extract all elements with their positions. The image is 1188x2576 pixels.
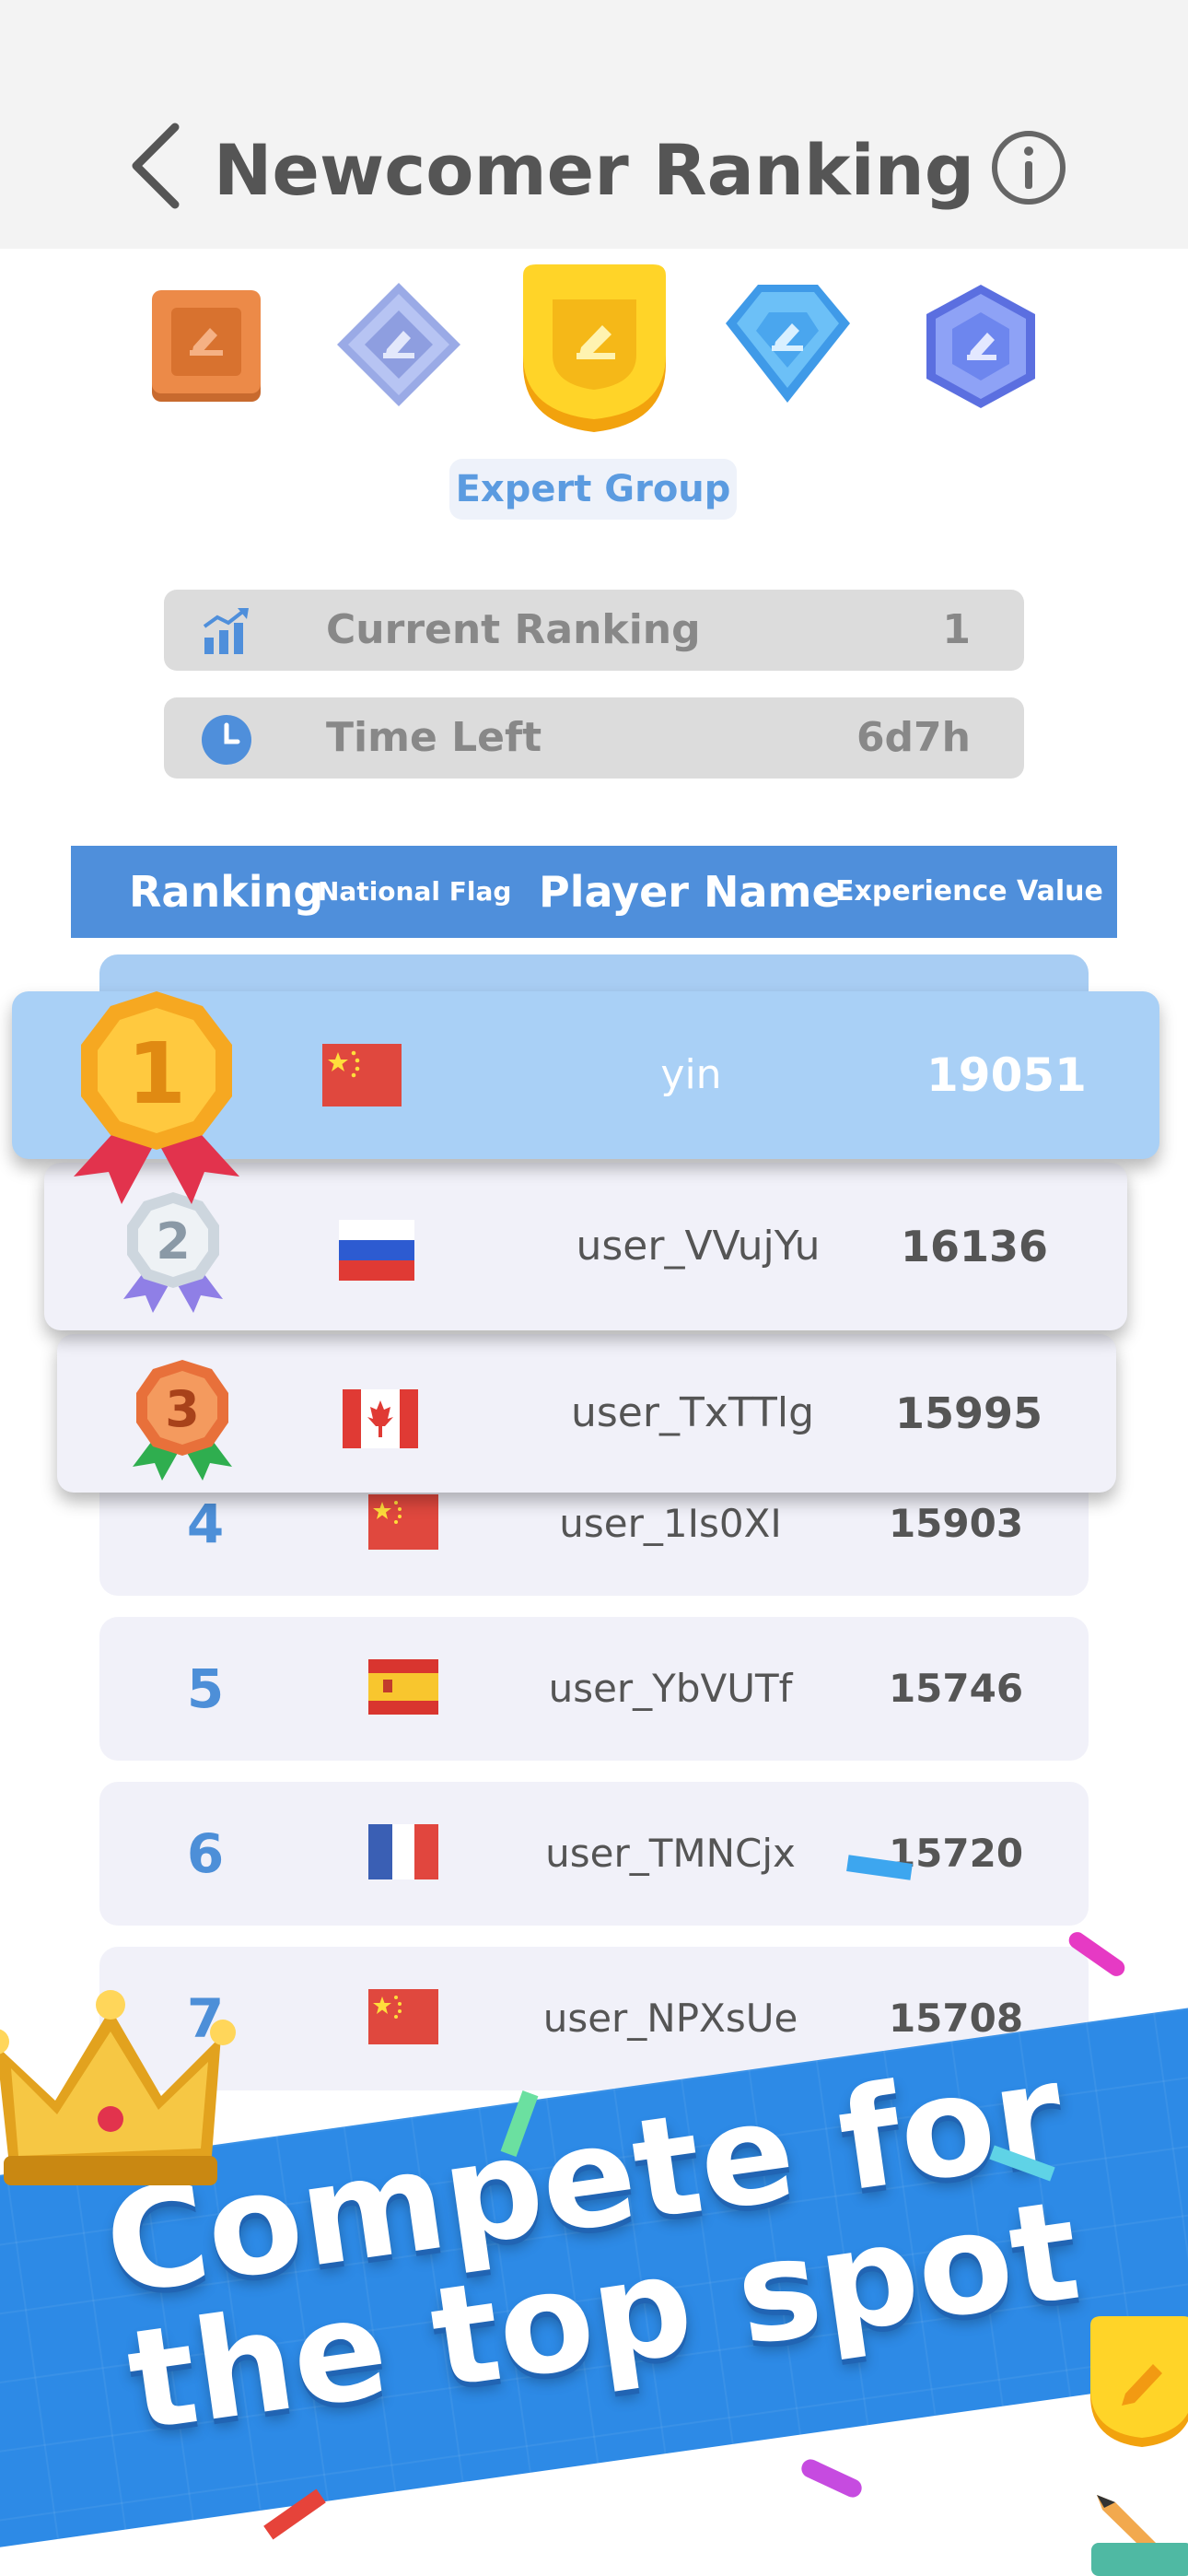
rank-number: 6 — [186, 1822, 225, 1885]
china-flag-icon — [368, 1494, 438, 1550]
time-left-label: Time Left — [326, 714, 542, 761]
current-ranking-value: 1 — [942, 606, 971, 653]
experience-value: 19051 — [926, 1048, 1087, 1102]
tier-bronze-badge[interactable] — [147, 286, 267, 405]
france-flag-icon — [368, 1824, 438, 1879]
player-name: user_YbVUTf — [548, 1666, 793, 1711]
russia-flag-icon — [339, 1220, 414, 1281]
info-icon — [992, 131, 1066, 205]
tier-silver-badge[interactable] — [333, 279, 464, 410]
confetti-piece — [798, 2456, 865, 2500]
group-label: Expert Group — [449, 459, 737, 520]
rank-number: 3 — [165, 1380, 200, 1438]
china-flag-icon — [368, 1989, 438, 2044]
clock-icon — [202, 715, 251, 765]
time-left-pill: Time Left 6d7h — [164, 697, 1024, 779]
experience-value: 16136 — [900, 1222, 1049, 1271]
tier-diamond-badge[interactable] — [721, 279, 855, 408]
pencil-icon — [1091, 2495, 1188, 2576]
column-header-experience: Experience Value — [835, 875, 1103, 907]
table-row[interactable]: 6 user_TMNCjx 15720 — [99, 1782, 1089, 1926]
china-flag-icon — [322, 1044, 402, 1107]
column-header-name: Player Name — [539, 867, 841, 917]
silver-medal-icon: 2 — [118, 1188, 228, 1313]
info-button[interactable] — [990, 129, 1067, 206]
ranking-table-header: Ranking National Flag Player Name Experi… — [71, 846, 1117, 938]
ranking-chart-icon — [203, 608, 249, 654]
experience-value: 15995 — [894, 1388, 1043, 1438]
current-ranking-pill: Current Ranking 1 — [164, 590, 1024, 671]
player-name: user_VVujYu — [576, 1223, 821, 1270]
player-name: user_TxTTlg — [570, 1389, 815, 1436]
rank-number: 1 — [127, 1025, 186, 1123]
gold-badge-coin-icon — [1090, 2316, 1188, 2447]
canada-flag-icon — [343, 1389, 418, 1448]
time-left-value: 6d7h — [856, 714, 971, 761]
table-row[interactable]: 5 user_YbVUTf 15746 — [99, 1617, 1089, 1761]
spain-flag-icon — [368, 1659, 438, 1715]
player-name: yin — [660, 1051, 722, 1098]
crown-icon — [0, 1990, 236, 2185]
experience-value: 15720 — [888, 1831, 1024, 1876]
header-bar: Newcomer Ranking — [0, 0, 1188, 249]
gold-medal-icon: 1 — [64, 988, 249, 1204]
rank-number: 2 — [156, 1212, 191, 1270]
column-header-flag: National Flag — [318, 876, 512, 907]
rank-number: 5 — [186, 1657, 225, 1720]
player-name: user_TMNCjx — [545, 1831, 796, 1876]
column-header-ranking: Ranking — [129, 867, 324, 917]
experience-value: 15746 — [888, 1666, 1024, 1711]
tier-master-badge[interactable] — [921, 281, 1041, 412]
tier-gold-badge[interactable] — [514, 263, 675, 438]
current-ranking-label: Current Ranking — [326, 606, 701, 653]
bronze-medal-icon: 3 — [127, 1356, 238, 1481]
